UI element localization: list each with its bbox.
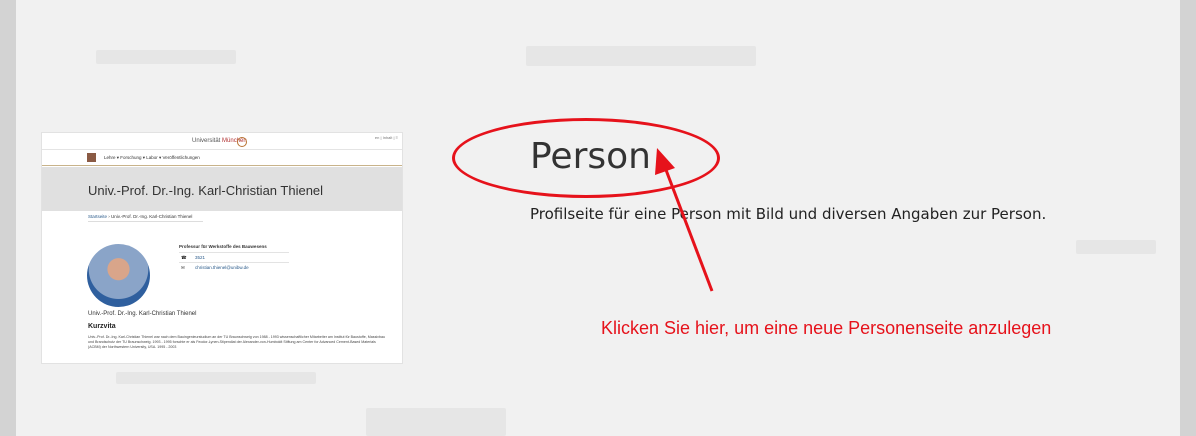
preview-navbar: Lehre ▾ Forschung ▾ Labor ▾ Veröffentlic… xyxy=(42,151,402,166)
mail-icon: ✉ xyxy=(181,265,185,270)
template-description: Profilseite für eine Person mit Bild und… xyxy=(530,205,1047,223)
preview-breadcrumb: Startseite › Univ.-Prof. Dr.-Ing. Karl-C… xyxy=(88,214,193,219)
faded-background-element xyxy=(526,46,756,66)
backdrop-left xyxy=(0,0,16,436)
person-template-preview[interactable]: Universität München en | Inhalt | ≡ Lehr… xyxy=(42,133,402,363)
faded-background-element xyxy=(366,408,506,436)
preview-bio: Univ.-Prof. Dr.-Ing. Karl-Christian Thie… xyxy=(88,335,385,349)
preview-hero-title: Univ.-Prof. Dr.-Ing. Karl-Christian Thie… xyxy=(88,183,324,198)
preview-nav-items: Lehre ▾ Forschung ▾ Labor ▾ Veröffentlic… xyxy=(104,155,200,160)
preview-divider xyxy=(88,221,203,222)
annotation-hint: Klicken Sie hier, um eine neue Personens… xyxy=(601,318,1052,338)
preview-phone-row: ☎ 3521 xyxy=(179,252,289,262)
phone-icon: ☎ xyxy=(181,255,187,260)
preview-email-row: ✉ christian.thienel@unibw.de xyxy=(179,262,289,272)
template-title[interactable]: Person xyxy=(530,136,651,177)
preview-person-name: Univ.-Prof. Dr.-Ing. Karl-Christian Thie… xyxy=(88,311,197,317)
preview-lang-links: en | Inhalt | ≡ xyxy=(374,135,398,140)
backdrop-right xyxy=(1180,0,1196,436)
faded-background-element xyxy=(96,50,236,64)
faded-background-element xyxy=(116,372,316,384)
faded-background-element xyxy=(1076,240,1156,254)
preview-avatar xyxy=(87,244,150,307)
preview-header: Universität München en | Inhalt | ≡ xyxy=(42,133,402,150)
preview-hero: Univ.-Prof. Dr.-Ing. Karl-Christian Thie… xyxy=(42,167,402,211)
preview-department: Professur für Werkstoffe des Bauwesens xyxy=(179,244,267,249)
preview-section-heading: Kurzvita xyxy=(88,323,116,330)
preview-logo-icon xyxy=(237,137,247,147)
preview-home-icon xyxy=(87,153,96,162)
